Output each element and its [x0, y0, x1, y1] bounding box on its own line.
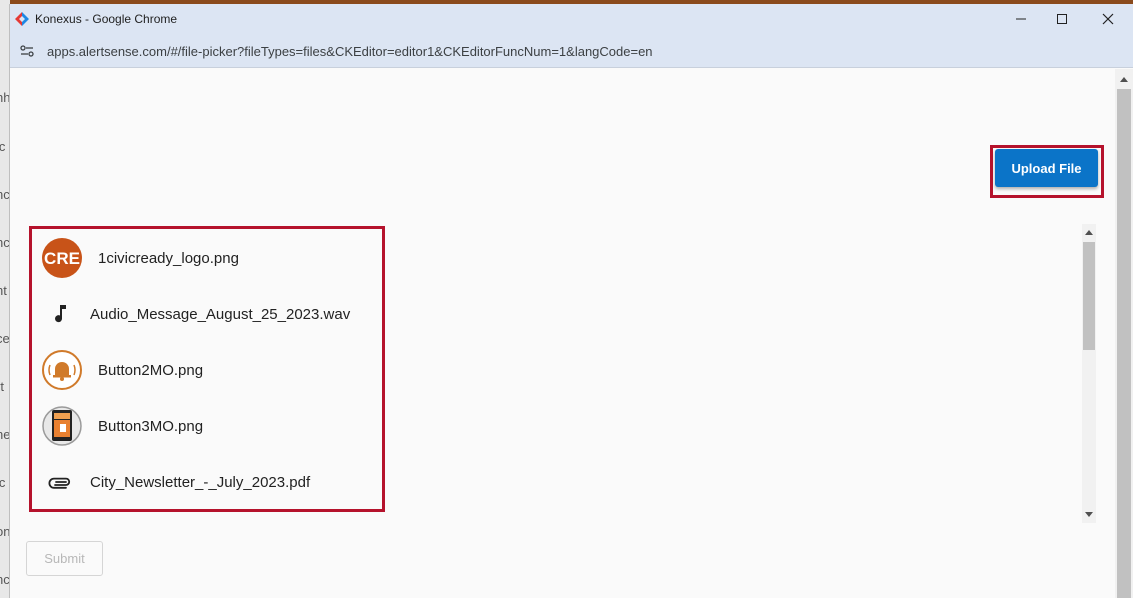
scroll-up-icon[interactable] [1120, 77, 1128, 82]
background-text: ic [0, 475, 6, 490]
scrollbar-thumb[interactable] [1083, 242, 1095, 350]
file-list-item[interactable]: CRE 1civicready_logo.png [40, 233, 380, 283]
window-title: Konexus - Google Chrome [35, 12, 178, 26]
file-name: Button3MO.png [98, 417, 204, 435]
submit-button[interactable]: Submit [26, 541, 103, 576]
bell-button-thumbnail [41, 349, 83, 391]
file-list-item[interactable]: Audio_Message_August_25_2023.wav [40, 289, 380, 339]
minimize-button[interactable] [998, 4, 1044, 34]
paperclip-icon [48, 470, 72, 494]
minimize-icon [1016, 18, 1026, 20]
svg-text:CRE: CRE [44, 249, 80, 268]
scrollbar-thumb[interactable] [1117, 89, 1131, 598]
file-list-scrollbar[interactable] [1082, 224, 1096, 523]
maximize-button[interactable] [1039, 4, 1085, 34]
upload-file-button[interactable]: Upload File [995, 149, 1098, 187]
address-bar[interactable]: apps.alertsense.com/#/file-picker?fileTy… [10, 34, 1133, 68]
file-name: Button2MO.png [98, 361, 204, 379]
page-scrollbar[interactable] [1115, 69, 1133, 598]
scroll-up-icon[interactable] [1085, 230, 1093, 235]
file-name: 1civicready_logo.png [98, 249, 239, 267]
civicready-logo-thumbnail: CRE [41, 237, 83, 279]
maximize-icon [1057, 14, 1067, 24]
file-list-item[interactable]: City_Newsletter_-_July_2023.pdf [40, 457, 380, 507]
file-name: Audio_Message_August_25_2023.wav [90, 305, 351, 323]
close-icon [1102, 13, 1114, 25]
file-list-item[interactable]: Button2MO.png [40, 345, 380, 395]
background-text: nt [0, 283, 7, 298]
file-name: City_Newsletter_-_July_2023.pdf [90, 473, 311, 491]
phone-button-thumbnail [41, 405, 83, 447]
chrome-popup-window: Konexus - Google Chrome apps.alertsense.… [9, 4, 1133, 598]
close-button[interactable] [1085, 4, 1131, 34]
konexus-logo-icon [15, 12, 29, 26]
url-text[interactable]: apps.alertsense.com/#/file-picker?fileTy… [47, 44, 653, 59]
music-note-icon [48, 302, 72, 326]
scroll-down-icon[interactable] [1085, 512, 1093, 517]
background-text: rt [0, 379, 4, 394]
site-settings-icon[interactable] [19, 44, 35, 58]
file-list-item[interactable]: Button3MO.png [40, 401, 380, 451]
title-bar[interactable]: Konexus - Google Chrome [10, 4, 1133, 34]
background-text: ic [0, 139, 6, 154]
file-picker-page: Upload File CRE 1civicready_logo.png Aud… [10, 69, 1133, 598]
